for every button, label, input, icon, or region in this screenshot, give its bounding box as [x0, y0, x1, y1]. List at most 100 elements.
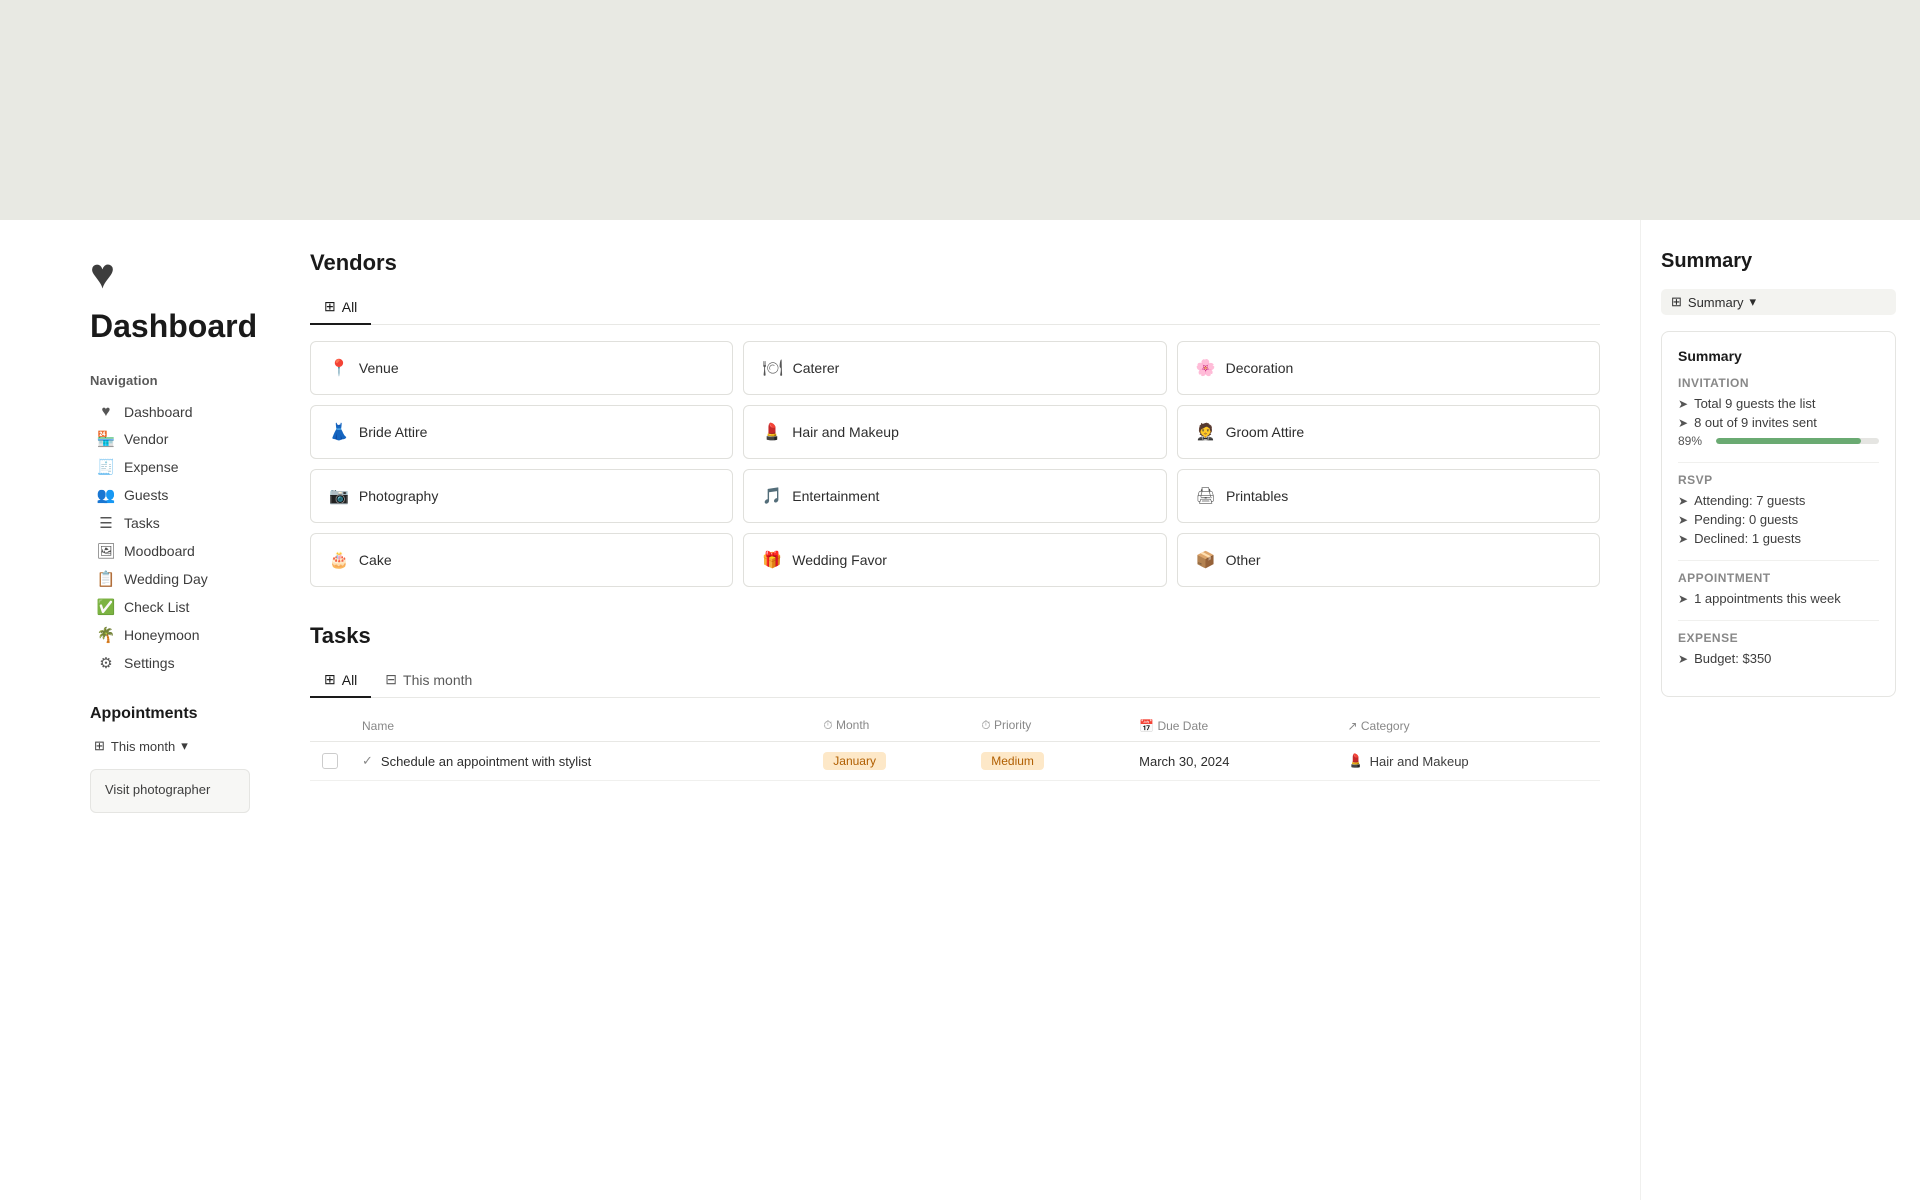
- hero-area: [0, 0, 1920, 220]
- appointment-card[interactable]: Visit photographer: [90, 769, 250, 813]
- suit-icon: 🤵: [1196, 422, 1216, 442]
- divider: [1678, 560, 1879, 561]
- vendors-tabs: ⊞ All: [310, 290, 1600, 325]
- this-month-filter[interactable]: ⊞ This month ▾: [90, 735, 250, 757]
- image-icon: 🖼: [96, 542, 116, 560]
- appointment-subsection: Appointment ➤ 1 appointments this week: [1678, 571, 1879, 606]
- vendor-card-wedding-favor[interactable]: 🎁 Wedding Favor: [743, 533, 1166, 587]
- vendors-grid: 📍 Venue 🍽 Caterer 🌸 Decoration 👗 Bride A…: [310, 341, 1600, 587]
- dress-icon: 👗: [329, 422, 349, 442]
- grid-icon: ⊞: [1671, 294, 1682, 310]
- center-content: Vendors ⊞ All 📍 Venue 🍽 Caterer 🌸: [280, 220, 1640, 1200]
- vendor-card-cake[interactable]: 🎂 Cake: [310, 533, 733, 587]
- task-priority-cell: Medium: [969, 742, 1127, 781]
- divider: [1678, 620, 1879, 621]
- sidebar-item-settings[interactable]: ⚙ Settings: [90, 649, 250, 677]
- cake-icon: 🎂: [329, 550, 349, 570]
- vendor-card-hair-makeup[interactable]: 💄 Hair and Makeup: [743, 405, 1166, 459]
- page-icon: ♥: [90, 250, 250, 298]
- tasks-tab-all[interactable]: ⊞ All: [310, 663, 371, 698]
- decoration-icon: 🌸: [1196, 358, 1216, 378]
- vendor-card-photography[interactable]: 📷 Photography: [310, 469, 733, 523]
- vendor-card-caterer[interactable]: 🍽 Caterer: [743, 341, 1166, 395]
- sidebar-item-vendor[interactable]: 🏪 Vendor: [90, 425, 250, 453]
- arrow-icon: ➤: [1678, 532, 1688, 546]
- summary-card-title: Summary: [1678, 348, 1879, 364]
- sidebar-item-expense[interactable]: 🧾 Expense: [90, 453, 250, 481]
- invites-sent-item: ➤ 8 out of 9 invites sent: [1678, 415, 1879, 430]
- store-icon: 🏪: [96, 430, 116, 448]
- gift-icon: 🎁: [762, 550, 782, 570]
- category-icon: 💄: [1347, 753, 1363, 769]
- arrow-icon: ➤: [1678, 592, 1688, 606]
- tasks-header-row: Name ⏱ Month ⏱ Priority 📅 Due Date: [310, 710, 1600, 742]
- sidebar-item-dashboard[interactable]: ♥ Dashboard: [90, 398, 250, 425]
- grid-icon: ⊞: [94, 738, 105, 754]
- arrow-icon: ➤: [1678, 494, 1688, 508]
- invitation-title: Invitation: [1678, 376, 1879, 390]
- tasks-tab-this-month[interactable]: ⊟ This month: [371, 663, 486, 698]
- tasks-title: Tasks: [310, 623, 1600, 649]
- sidebar-item-wedding-day[interactable]: 📋 Wedding Day: [90, 565, 250, 593]
- chevron-down-icon: ▾: [1750, 294, 1757, 310]
- main-content: ♥ Dashboard Navigation ♥ Dashboard 🏪 Ven…: [0, 220, 1920, 1200]
- sidebar-item-guests[interactable]: 👥 Guests: [90, 481, 250, 509]
- nav-section-title: Navigation: [90, 373, 250, 388]
- appointments-section: Appointments ⊞ This month ▾ Visit photog…: [90, 705, 250, 813]
- check-mark-icon: ✓: [362, 753, 373, 769]
- col-priority-header: ⏱ Priority: [969, 710, 1127, 742]
- summary-panel-title: Summary: [1661, 250, 1896, 273]
- box-icon: 📦: [1196, 550, 1216, 570]
- col-check: [310, 710, 350, 742]
- rsvp-title: RSVP: [1678, 473, 1879, 487]
- vendor-card-groom-attire[interactable]: 🤵 Groom Attire: [1177, 405, 1600, 459]
- col-due-date-header: 📅 Due Date: [1127, 710, 1335, 742]
- vendor-card-decoration[interactable]: 🌸 Decoration: [1177, 341, 1600, 395]
- progress-row: 89%: [1678, 434, 1879, 448]
- sidebar-item-check-list[interactable]: ✅ Check List: [90, 593, 250, 621]
- col-name-header: Name: [350, 710, 811, 742]
- music-icon: 🎵: [762, 486, 782, 506]
- month-tag[interactable]: January: [823, 752, 886, 770]
- priority-tag[interactable]: Medium: [981, 752, 1044, 770]
- arrow-icon: ➤: [1678, 652, 1688, 666]
- sidebar-item-tasks[interactable]: ☰ Tasks: [90, 509, 250, 537]
- receipt-icon: 🧾: [96, 458, 116, 476]
- task-month-cell: January: [811, 742, 969, 781]
- nav-list: ♥ Dashboard 🏪 Vendor 🧾 Expense 👥 Guests …: [90, 398, 250, 677]
- declined-item: ➤ Declined: 1 guests: [1678, 531, 1879, 546]
- vendor-card-printables[interactable]: 🖨 Printables: [1177, 469, 1600, 523]
- task-checkbox[interactable]: [322, 753, 338, 769]
- sidebar: ♥ Dashboard Navigation ♥ Dashboard 🏪 Ven…: [0, 220, 280, 1200]
- sidebar-item-honeymoon[interactable]: 🌴 Honeymoon: [90, 621, 250, 649]
- arrow-icon: ➤: [1678, 416, 1688, 430]
- task-due-date-cell: March 30, 2024: [1127, 742, 1335, 781]
- tasks-table: Name ⏱ Month ⏱ Priority 📅 Due Date: [310, 710, 1600, 781]
- guests-icon: 👥: [96, 486, 116, 504]
- gear-icon: ⚙: [96, 654, 116, 672]
- makeup-icon: 💄: [762, 422, 782, 442]
- vendor-card-entertainment[interactable]: 🎵 Entertainment: [743, 469, 1166, 523]
- venue-icon: 📍: [329, 358, 349, 378]
- vendor-card-bride-attire[interactable]: 👗 Bride Attire: [310, 405, 733, 459]
- vendor-card-other[interactable]: 📦 Other: [1177, 533, 1600, 587]
- arrow-icon: ➤: [1678, 397, 1688, 411]
- vendors-tab-all[interactable]: ⊞ All: [310, 290, 371, 325]
- summary-panel: Summary ⊞ Summary ▾ Summary Invitation ➤…: [1640, 220, 1920, 1200]
- chevron-down-icon: ▾: [181, 738, 188, 754]
- divider: [1678, 462, 1879, 463]
- summary-card: Summary Invitation ➤ Total 9 guests the …: [1661, 331, 1896, 697]
- sidebar-item-moodboard[interactable]: 🖼 Moodboard: [90, 537, 250, 565]
- heart-icon: ♥: [96, 403, 116, 420]
- progress-bar-fill: [1716, 438, 1861, 444]
- clipboard-icon: 📋: [96, 570, 116, 588]
- summary-view-button[interactable]: ⊞ Summary ▾: [1661, 289, 1896, 315]
- col-month-header: ⏱ Month: [811, 710, 969, 742]
- attending-item: ➤ Attending: 7 guests: [1678, 493, 1879, 508]
- appointments-title: Appointments: [90, 705, 250, 723]
- vendor-card-venue[interactable]: 📍 Venue: [310, 341, 733, 395]
- task-row-0: ✓ Schedule an appointment with stylist J…: [310, 742, 1600, 781]
- palm-icon: 🌴: [96, 626, 116, 644]
- expense-title: Expense: [1678, 631, 1879, 645]
- page-title: Dashboard: [90, 308, 250, 345]
